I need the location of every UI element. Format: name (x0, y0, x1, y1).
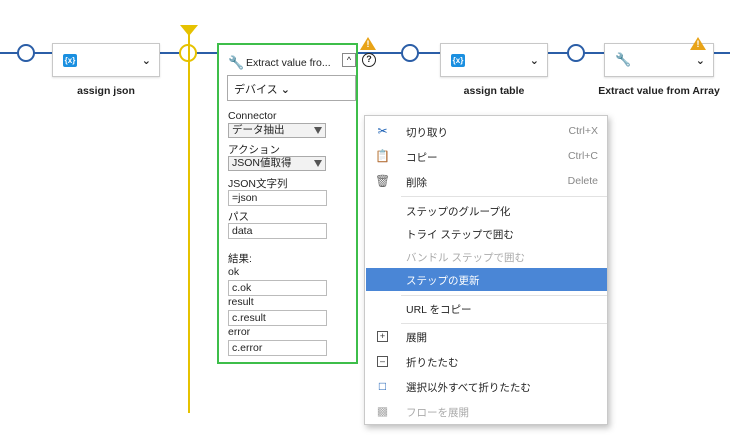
device-selector[interactable]: デバイス ⌄ (227, 75, 356, 101)
connector-select-value: データ抽出 (232, 124, 285, 136)
menu-item-label: 展開 (406, 332, 427, 344)
menu-item-label: ステップのグループ化 (406, 206, 511, 218)
collapse-button[interactable]: ^ (342, 53, 356, 67)
dropdown-arrow-icon (314, 127, 322, 134)
step-label: Extract value from Array (598, 85, 720, 97)
action-label: アクション (228, 144, 280, 156)
expand-icon: + (377, 331, 388, 342)
menu-item-group-steps[interactable]: ステップのグループ化 (366, 199, 607, 222)
menu-item-shortcut: Ctrl+X (568, 125, 598, 137)
menu-item-label: 折りたたむ (406, 357, 459, 369)
flow-line (418, 52, 440, 54)
chevron-down-icon[interactable]: ⌄ (142, 54, 151, 67)
menu-item-label: フローを展開 (406, 407, 469, 419)
menu-separator (401, 196, 607, 197)
flow-line (0, 52, 18, 54)
insertion-marker-icon[interactable] (180, 25, 198, 36)
menu-item-cut[interactable]: ✂ 切り取り Ctrl+X (366, 120, 607, 143)
error-input[interactable]: c.error (228, 340, 327, 356)
menu-item-label: ステップの更新 (406, 275, 480, 287)
menu-item-delete[interactable]: 🗑 削除 Delete (366, 170, 607, 193)
variable-icon: {x} (63, 54, 77, 67)
menu-item-label: 削除 (406, 177, 427, 189)
help-icon[interactable]: ? (362, 53, 376, 67)
flow-line (34, 52, 52, 54)
warning-mark: ! (696, 39, 700, 49)
expanded-step-extract-value[interactable]: 🔧 Extract value fro... ^ ? デバイス ⌄ Connec… (217, 43, 376, 364)
insertion-line (188, 28, 190, 413)
menu-item-copy[interactable]: 📋 コピー Ctrl+C (366, 145, 607, 168)
result-label: result (228, 296, 254, 308)
menu-item-label: トライ ステップで囲む (406, 229, 514, 241)
menu-item-label: 切り取り (406, 127, 448, 139)
menu-item-wrap-try[interactable]: トライ ステップで囲む (366, 222, 607, 245)
error-label: error (228, 326, 251, 338)
menu-item-expand-flow: ▩ フローを展開 (366, 400, 607, 423)
copy-icon: 📋 (375, 149, 390, 163)
step-label: assign json (77, 85, 135, 97)
menu-item-collapse[interactable]: – 折りたたむ (366, 350, 607, 373)
scissors-icon: ✂ (377, 124, 388, 138)
collapse-others-icon: □ (378, 379, 387, 393)
action-select-value: JSON値取得 (232, 157, 292, 169)
menu-separator (401, 323, 607, 324)
step-card-assign-json[interactable]: {x} ⌄ (52, 43, 160, 77)
chevron-down-icon[interactable]: ⌄ (530, 54, 539, 67)
action-select[interactable]: JSON値取得 (228, 156, 326, 171)
menu-item-label: 選択以外すべて折りたたむ (406, 382, 531, 394)
variable-icon: {x} (451, 54, 465, 67)
flow-line (196, 52, 217, 54)
dropdown-arrow-icon (314, 160, 322, 167)
ok-input[interactable]: c.ok (228, 280, 327, 296)
menu-item-label: コピー (406, 152, 438, 164)
device-selector-label: デバイス (234, 84, 278, 96)
step-card-assign-table[interactable]: {x} ⌄ (440, 43, 548, 77)
chevron-down-icon: ⌄ (280, 84, 290, 96)
flow-connector-circle[interactable] (17, 44, 35, 62)
flow-connector-circle[interactable] (401, 44, 419, 62)
menu-item-shortcut: Delete (567, 175, 598, 187)
menu-item-collapse-others[interactable]: □ 選択以外すべて折りたたむ (366, 375, 607, 398)
menu-item-update-step[interactable]: ステップの更新 (366, 268, 607, 291)
ok-label: ok (228, 266, 240, 278)
menu-item-label: URL をコピー (406, 304, 472, 316)
flow-line (584, 52, 604, 54)
results-label: 結果: (228, 253, 252, 265)
menu-item-copy-url[interactable]: URL をコピー (366, 297, 607, 320)
path-label: パス (228, 211, 249, 223)
connector-label: Connector (228, 110, 277, 122)
chevron-down-icon[interactable]: ⌄ (696, 54, 705, 67)
menu-separator (401, 295, 607, 296)
context-menu: ✂ 切り取り Ctrl+X 📋 コピー Ctrl+C 🗑 削除 Delete ス… (364, 115, 608, 425)
connector-select[interactable]: データ抽出 (228, 123, 326, 138)
collapse-icon: – (377, 356, 388, 367)
step-label: assign table (463, 85, 525, 97)
menu-item-label: バンドル ステップで囲む (406, 252, 525, 264)
trash-icon: 🗑 (375, 174, 391, 188)
json-string-input[interactable]: =json (228, 190, 327, 206)
flow-line (548, 52, 568, 54)
result-input[interactable]: c.result (228, 310, 327, 326)
flow-connector-circle[interactable] (567, 44, 585, 62)
flow-line (714, 52, 730, 54)
json-string-label: JSON文字列 (228, 178, 288, 190)
flow-expand-icon: ▩ (376, 404, 389, 418)
flow-line (160, 52, 180, 54)
wrench-icon: 🔧 (615, 52, 632, 67)
warning-mark: ! (366, 39, 370, 49)
menu-item-shortcut: Ctrl+C (567, 150, 598, 162)
path-input[interactable]: data (228, 223, 327, 239)
step-title: Extract value fro... (246, 57, 331, 69)
wrench-icon: 🔧 (228, 55, 245, 70)
menu-item-expand[interactable]: + 展開 (366, 325, 607, 348)
menu-item-wrap-bundle: バンドル ステップで囲む (366, 245, 607, 268)
